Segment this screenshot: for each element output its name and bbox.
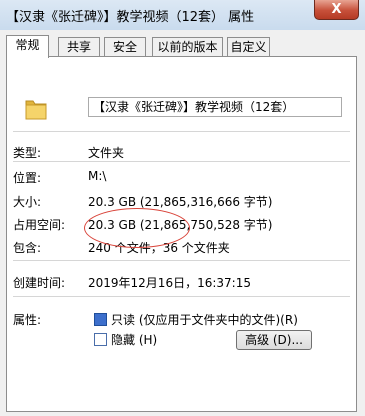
readonly-label: 只读 (仅应用于文件夹中的文件)(R) [111, 313, 298, 327]
tab-customize[interactable]: 自定义 [227, 37, 270, 57]
divider [13, 260, 350, 261]
hidden-checkbox[interactable] [94, 333, 107, 346]
title-bar: 【汉隶《张迁碑》】教学视频（12套） 属性 X [0, 0, 365, 30]
created-label: 创建时间: [13, 276, 66, 290]
size-value: 20.3 GB (21,865,316,666 字节) [88, 195, 273, 209]
type-value: 文件夹 [88, 146, 125, 160]
location-value: M:\ [88, 169, 107, 183]
window-title: 【汉隶《张迁碑》】教学视频（12套） 属性 [6, 10, 255, 25]
location-label: 位置: [13, 171, 42, 185]
folder-name-field[interactable]: 【汉隶《张迁碑》】教学视频（12套） [88, 97, 342, 117]
close-button[interactable]: X [314, 0, 359, 20]
general-panel: 【汉隶《张迁碑》】教学视频（12套） 类型: 文件夹 位置: M:\ 大小: 2… [6, 56, 357, 412]
divider [13, 296, 350, 297]
advanced-button[interactable]: 高级 (D)... [236, 330, 312, 350]
size-label: 大小: [13, 195, 42, 209]
attributes-label: 属性: [13, 313, 42, 327]
tab-general[interactable]: 常规 [6, 35, 49, 58]
tab-sharing[interactable]: 共享 [58, 37, 100, 57]
disk-size-value: 20.3 GB (21,865,750,528 字节) [88, 218, 273, 232]
contains-value: 240 个文件，36 个文件夹 [88, 241, 230, 255]
folder-icon [25, 100, 47, 120]
disk-size-label: 占用空间: [13, 218, 66, 232]
dialog-frame: 常规 共享 安全 以前的版本 自定义 【汉隶《张迁碑》】教学视频（12套） 类型… [0, 30, 365, 416]
divider [13, 131, 350, 132]
readonly-checkbox[interactable] [94, 313, 107, 326]
divider [13, 161, 350, 162]
tab-security[interactable]: 安全 [104, 37, 146, 57]
created-value: 2019年12月16日，16:37:15 [88, 276, 251, 290]
tab-previous-versions[interactable]: 以前的版本 [152, 37, 223, 57]
hidden-label: 隐藏 (H) [111, 333, 158, 347]
contains-label: 包含: [13, 241, 42, 255]
type-label: 类型: [13, 146, 42, 160]
